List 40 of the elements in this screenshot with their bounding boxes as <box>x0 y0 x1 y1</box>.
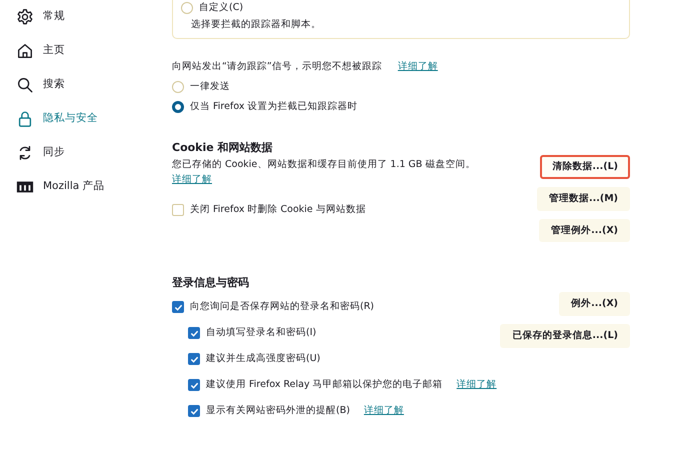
gear-icon <box>16 8 34 26</box>
option-label: 仅当 Firefox 设置为拦截已知跟踪器时 <box>190 100 358 113</box>
checkbox-label: 向您询问是否保存网站的登录名和密码(R) <box>190 301 374 314</box>
learn-more-link[interactable]: 详细了解 <box>172 174 212 186</box>
learn-more-link[interactable]: 详细了解 <box>456 379 497 392</box>
lock-icon <box>16 110 34 128</box>
checkbox-label: 自动填写登录名和密码(I) <box>206 327 316 340</box>
checkbox-label: 关闭 Firefox 时删除 Cookie 与网站数据 <box>190 204 366 216</box>
checkbox[interactable] <box>188 353 200 366</box>
checkbox[interactable] <box>188 405 200 418</box>
search-icon <box>16 76 34 94</box>
sidebar-item[interactable]: 常规 <box>16 0 65 34</box>
option-description: 选择要拦截的跟踪器和脚本。 <box>190 19 322 31</box>
action-button[interactable]: 例外...(X) <box>559 292 630 316</box>
section-heading: 登录信息与密码 <box>172 276 250 290</box>
radio-button[interactable] <box>172 100 184 113</box>
section-heading: Cookie 和网站数据 <box>172 140 274 154</box>
checkbox[interactable] <box>172 301 184 314</box>
checkbox-label: 建议并生成高强度密码(U) <box>206 353 320 366</box>
sidebar-item[interactable]: 隐私与安全 <box>16 102 98 136</box>
action-button[interactable]: 清除数据...(L) <box>540 154 630 179</box>
action-button[interactable]: 已保存的登录信息...(L) <box>500 324 630 348</box>
sidebar-item[interactable]: 搜索 <box>16 68 65 102</box>
option-label: 一律发送 <box>190 80 230 93</box>
checkbox[interactable] <box>188 327 200 340</box>
storage-usage-text: 您已存储的 Cookie、网站数据和缓存目前使用了 1.1 GB 磁盘空间。 <box>172 158 476 170</box>
sidebar-item[interactable]: 同步 <box>16 136 65 170</box>
learn-more-link[interactable]: 详细了解 <box>398 60 438 73</box>
setting-description: 向网站发出“请勿跟踪”信号，示明您不想被跟踪 <box>172 60 382 73</box>
learn-more-link[interactable]: 详细了解 <box>364 405 404 418</box>
sidebar-item[interactable]: 主页 <box>16 34 65 68</box>
action-button[interactable]: 管理例外...(X) <box>539 218 630 242</box>
sidebar-item[interactable]: Mozilla 产品 <box>16 170 105 204</box>
checkbox-label: 显示有关网站密码外泄的提醒(B) <box>206 405 350 418</box>
action-button[interactable]: 管理数据...(M) <box>537 186 630 210</box>
home-icon <box>16 42 34 60</box>
checkbox[interactable] <box>188 379 200 392</box>
checkbox-label: 建议使用 Firefox Relay 马甲邮箱以保护您的电子邮箱 <box>206 379 443 392</box>
option-label: 自定义(C) <box>199 2 244 14</box>
checkbox[interactable] <box>172 204 184 216</box>
